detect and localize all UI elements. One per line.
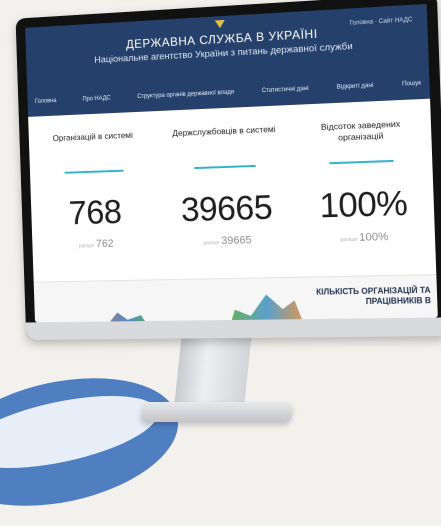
nav-item-home[interactable]: Головна	[35, 98, 57, 105]
monitor-chin	[25, 317, 441, 340]
monitor-stand-base	[140, 402, 294, 422]
monitor-stand-neck	[173, 330, 253, 410]
stat-previous-value: 39665	[221, 234, 252, 248]
site-header: ДЕРЖАВНА СЛУЖБА В УКРАЇНІ Національне аг…	[25, 3, 431, 117]
nav-item-about[interactable]: Про НАДС	[82, 95, 110, 102]
stat-previous-prefix: раніше	[78, 243, 95, 250]
section-title: КІЛЬКІСТЬ ОРГАНІЗАЦІЙ ТА ПРАЦІВНИКІВ В	[316, 285, 432, 307]
stat-underline	[329, 159, 394, 165]
stat-label: Організацій в системі	[52, 129, 133, 144]
stat-value: 100%	[318, 184, 408, 226]
screen: ДЕРЖАВНА СЛУЖБА В УКРАЇНІ Національне аг…	[25, 3, 438, 323]
stat-underline	[194, 164, 256, 170]
stat-percentage: Відсоток заведених організацій 100% рані…	[298, 107, 428, 274]
stat-previous-value: 762	[95, 237, 114, 251]
main-nav: Головна Про НАДС Структура органів держа…	[35, 76, 421, 108]
nav-item-search[interactable]: Пошук	[402, 81, 421, 88]
stat-organizations: Організацій в системі 768 раніше 762	[36, 119, 155, 279]
stat-previous: раніше 762	[39, 237, 153, 252]
stat-previous-prefix: раніше	[203, 240, 220, 247]
stat-previous: раніше 100%	[303, 230, 427, 245]
nav-item-structure[interactable]: Структура органів державної влади	[137, 90, 234, 101]
stat-previous: раніше 39665	[168, 233, 287, 248]
trident-logo-icon	[214, 19, 225, 29]
stat-civil-servants: Держслужбовців в системі 39665 раніше 396…	[164, 113, 288, 277]
monitor-bezel: ДЕРЖАВНА СЛУЖБА В УКРАЇНІ Національне аг…	[15, 0, 441, 340]
map-region-center	[226, 292, 308, 323]
monitor: ДЕРЖАВНА СЛУЖБА В УКРАЇНІ Національне аг…	[12, 0, 441, 340]
stat-underline	[64, 169, 124, 174]
stat-value: 39665	[180, 188, 273, 230]
stat-label: Відсоток заведених організацій	[320, 118, 401, 143]
stat-label: Держслужбовців в системі	[172, 123, 276, 139]
stats-panel: Організацій в системі 768 раніше 762 Держ…	[28, 107, 436, 280]
stat-previous-prefix: раніше	[340, 236, 358, 244]
nav-item-open-data[interactable]: Відкриті дані	[337, 83, 374, 91]
nav-item-statistics[interactable]: Статистичні дані	[262, 86, 309, 94]
map-region-left	[87, 306, 155, 322]
bottom-section: КІЛЬКІСТЬ ОРГАНІЗАЦІЙ ТА ПРАЦІВНИКІВ В	[33, 274, 438, 323]
stat-value: 768	[68, 193, 122, 233]
stat-previous-value: 100%	[358, 230, 389, 244]
